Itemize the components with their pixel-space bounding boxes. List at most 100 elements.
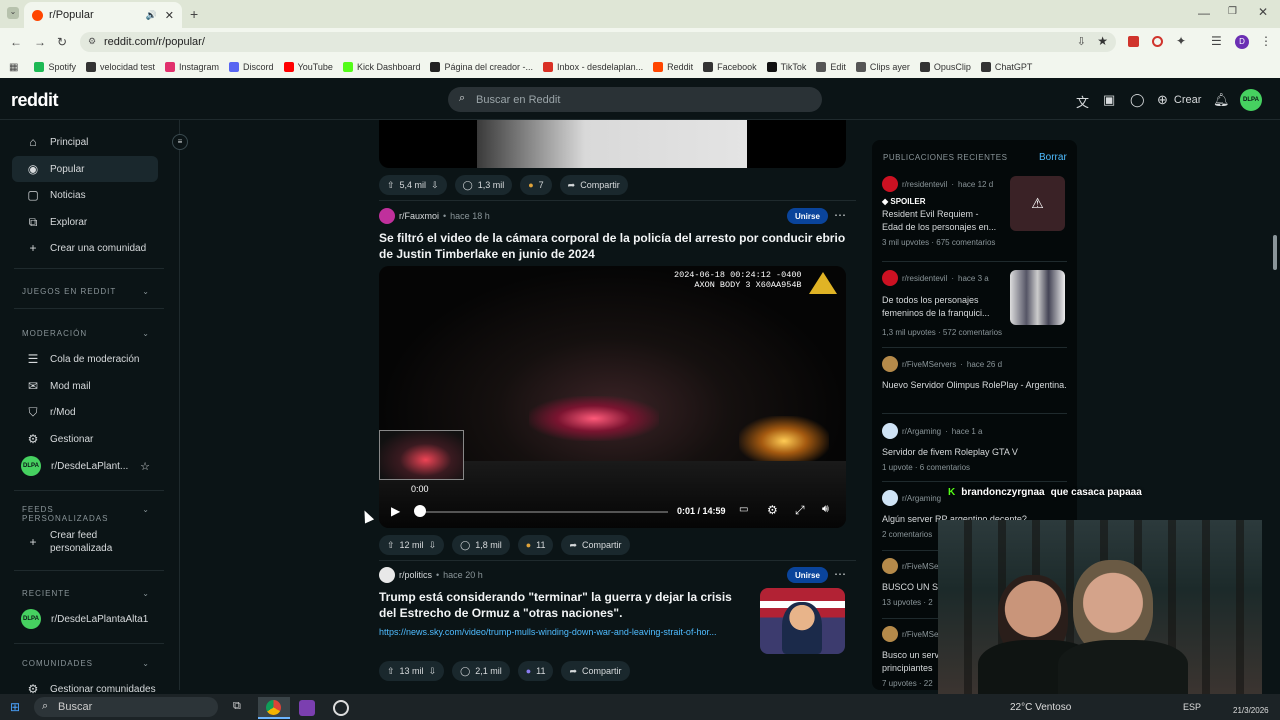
- video-player[interactable]: 2024-06-18 00:24:12 -0400 AXON BODY 3 X6…: [379, 266, 846, 528]
- browser-tab[interactable]: r/Popular 🔊 ✕: [24, 2, 182, 28]
- star-icon[interactable]: ☆: [140, 460, 150, 473]
- upvote-icon[interactable]: ⇧: [387, 666, 395, 677]
- captions-icon[interactable]: ▭: [739, 504, 748, 515]
- previous-post-image[interactable]: [379, 120, 846, 168]
- vote-pill[interactable]: ⇧ 12 mil ⇩: [379, 535, 445, 555]
- post-link[interactable]: https://news.sky.com/video/trump-mulls-w…: [379, 627, 754, 637]
- bookmark-star-icon[interactable]: ★: [1097, 34, 1108, 48]
- clear-button[interactable]: Borrar: [1039, 152, 1067, 163]
- recent-item[interactable]: r/residentevil · hace 3 a De todos los per…: [882, 270, 1067, 337]
- apps-grid-icon[interactable]: ▦: [9, 62, 18, 73]
- nav-crear-feed[interactable]: + Crear feed personalizada: [12, 527, 158, 557]
- bookmark-item[interactable]: OpusClip: [919, 62, 971, 72]
- create-button[interactable]: ⊕ Crear: [1157, 92, 1201, 108]
- taskbar-search[interactable]: ⌕ Buscar: [34, 697, 218, 717]
- nav-desdelaplanta[interactable]: DLPA r/DesdeLaPlant... ☆: [12, 453, 158, 479]
- comments-button[interactable]: ◯ 2,1 mil: [452, 661, 510, 681]
- app-icon[interactable]: [299, 700, 315, 716]
- downvote-icon[interactable]: ⇩: [429, 666, 437, 677]
- notifications-bell-icon[interactable]: 🔔︎: [1213, 92, 1230, 108]
- nav-r-mod[interactable]: ⛉ r/Mod: [12, 399, 158, 425]
- search-input[interactable]: ⌕ Buscar en Reddit: [448, 87, 822, 112]
- award-button[interactable]: ● 11: [517, 535, 554, 555]
- vote-pill[interactable]: ⇧ 13 mil ⇩: [379, 661, 445, 681]
- nav-principal[interactable]: ⌂ Principal: [12, 129, 158, 155]
- share-button[interactable]: ➦ Compartir: [561, 535, 630, 555]
- section-reciente[interactable]: RECIENTE ⌄: [22, 589, 150, 598]
- bookmark-item[interactable]: Inbox - desdelaplan...: [543, 62, 643, 72]
- bookmark-item[interactable]: velocidad test: [85, 62, 155, 72]
- subreddit-link[interactable]: r/Fauxmoi: [399, 211, 439, 221]
- progress-track[interactable]: [420, 511, 668, 513]
- recent-item[interactable]: r/Argaming · hace 1 a Servidor de fivem Ro…: [882, 423, 1067, 472]
- settings-gear-icon[interactable]: ⚙: [767, 503, 778, 517]
- obs-icon[interactable]: [333, 700, 349, 716]
- tab-search-icon[interactable]: ⌄: [7, 7, 19, 19]
- join-button[interactable]: Unirse: [787, 208, 828, 224]
- weather-text[interactable]: 22°C Ventoso: [1010, 702, 1071, 713]
- nav-cola-moderacion[interactable]: ☰ Cola de moderación: [12, 346, 158, 372]
- recent-item[interactable]: r/residentevil · hace 12 d ◆ SPOILER Resid…: [882, 176, 1067, 247]
- upvote-icon[interactable]: ⇧: [387, 540, 395, 551]
- post-title[interactable]: Trump está considerando "terminar" la gu…: [379, 589, 749, 621]
- close-tab-icon[interactable]: ✕: [165, 9, 174, 22]
- chrome-taskbar-button[interactable]: [258, 697, 290, 719]
- install-icon[interactable]: ⇩: [1077, 35, 1086, 48]
- extension-icon[interactable]: [1152, 36, 1163, 47]
- downvote-icon[interactable]: ⇩: [431, 180, 439, 191]
- reddit-logo[interactable]: reddit: [11, 90, 59, 111]
- bookmark-item[interactable]: Edit: [816, 62, 846, 72]
- site-info-icon[interactable]: ⚙: [88, 36, 96, 47]
- share-button[interactable]: ➦ Compartir: [559, 175, 628, 195]
- more-options-icon[interactable]: ⋯: [834, 567, 846, 581]
- upvote-icon[interactable]: ⇧: [387, 180, 395, 191]
- section-juegos[interactable]: JUEGOS EN REDDIT ⌄: [22, 287, 150, 296]
- nav-popular[interactable]: ◉ Popular: [12, 156, 158, 182]
- page-scrollbar[interactable]: [1270, 120, 1280, 694]
- nav-noticias[interactable]: ▢ Noticias: [12, 182, 158, 208]
- restore-icon[interactable]: ❐: [1228, 6, 1237, 17]
- minimize-icon[interactable]: —: [1198, 6, 1210, 20]
- bookmark-item[interactable]: Clips ayer: [855, 62, 910, 72]
- chat-icon[interactable]: ◯: [1130, 92, 1145, 108]
- bookmark-item[interactable]: Discord: [229, 62, 274, 72]
- bookmark-item[interactable]: Instagram: [165, 62, 219, 72]
- menu-icon[interactable]: ⋮: [1260, 34, 1272, 48]
- bookmark-item[interactable]: TikTok: [766, 62, 806, 72]
- forward-icon[interactable]: →: [34, 35, 46, 49]
- nav-mod-mail[interactable]: ✉ Mod mail: [12, 373, 158, 399]
- new-tab-icon[interactable]: +: [190, 6, 198, 22]
- bookmark-item[interactable]: ChatGPT: [980, 62, 1032, 72]
- post-title[interactable]: Se filtró el video de la cámara corporal…: [379, 230, 846, 262]
- extension-icon[interactable]: [1128, 36, 1139, 47]
- reading-list-icon[interactable]: ☰: [1211, 34, 1222, 48]
- language-indicator[interactable]: ESP: [1183, 702, 1201, 712]
- comments-button[interactable]: ◯ 1,8 mil: [452, 535, 510, 555]
- nav-explorar[interactable]: ⧉ Explorar: [12, 209, 158, 235]
- profile-avatar[interactable]: D: [1235, 35, 1249, 49]
- play-icon[interactable]: ▶: [391, 504, 400, 518]
- back-icon[interactable]: ←: [10, 35, 22, 49]
- translate-icon[interactable]: 文: [1076, 92, 1089, 111]
- collapse-sidebar-icon[interactable]: ≡: [172, 134, 188, 150]
- section-feeds[interactable]: FEEDS PERSONALIZADAS ⌄: [22, 505, 150, 523]
- post-thumbnail[interactable]: [760, 588, 845, 654]
- bookmark-item[interactable]: Facebook: [703, 62, 757, 72]
- user-avatar[interactable]: DLPA: [1240, 89, 1262, 111]
- subreddit-link[interactable]: r/politics: [399, 570, 432, 580]
- nav-crear-comunidad[interactable]: + Crear una comunidad: [12, 235, 158, 261]
- task-view-icon[interactable]: ⧉: [233, 700, 241, 713]
- fullscreen-icon[interactable]: ⤢: [795, 503, 805, 518]
- nav-recent-community[interactable]: DLPA r/DesdeLaPlantaAlta1: [12, 606, 158, 632]
- scrollbar-thumb[interactable]: [1273, 235, 1277, 270]
- join-button[interactable]: Unirse: [787, 567, 828, 583]
- bookmark-item[interactable]: Página del creador -...: [430, 62, 533, 72]
- volume-icon[interactable]: 🔊︎: [822, 503, 829, 516]
- section-moderacion[interactable]: MODERACIÓN ⌄: [22, 329, 150, 338]
- bookmark-item[interactable]: YouTube: [283, 62, 333, 72]
- windows-start-icon[interactable]: ⊞: [10, 700, 20, 714]
- nav-gestionar[interactable]: ⚙ Gestionar: [12, 426, 158, 452]
- ads-icon[interactable]: ▣: [1103, 92, 1115, 108]
- recent-item[interactable]: r/FiveMServers · hace 26 d Nuevo Servidor …: [882, 356, 1067, 392]
- speaker-icon[interactable]: 🔊: [146, 10, 157, 21]
